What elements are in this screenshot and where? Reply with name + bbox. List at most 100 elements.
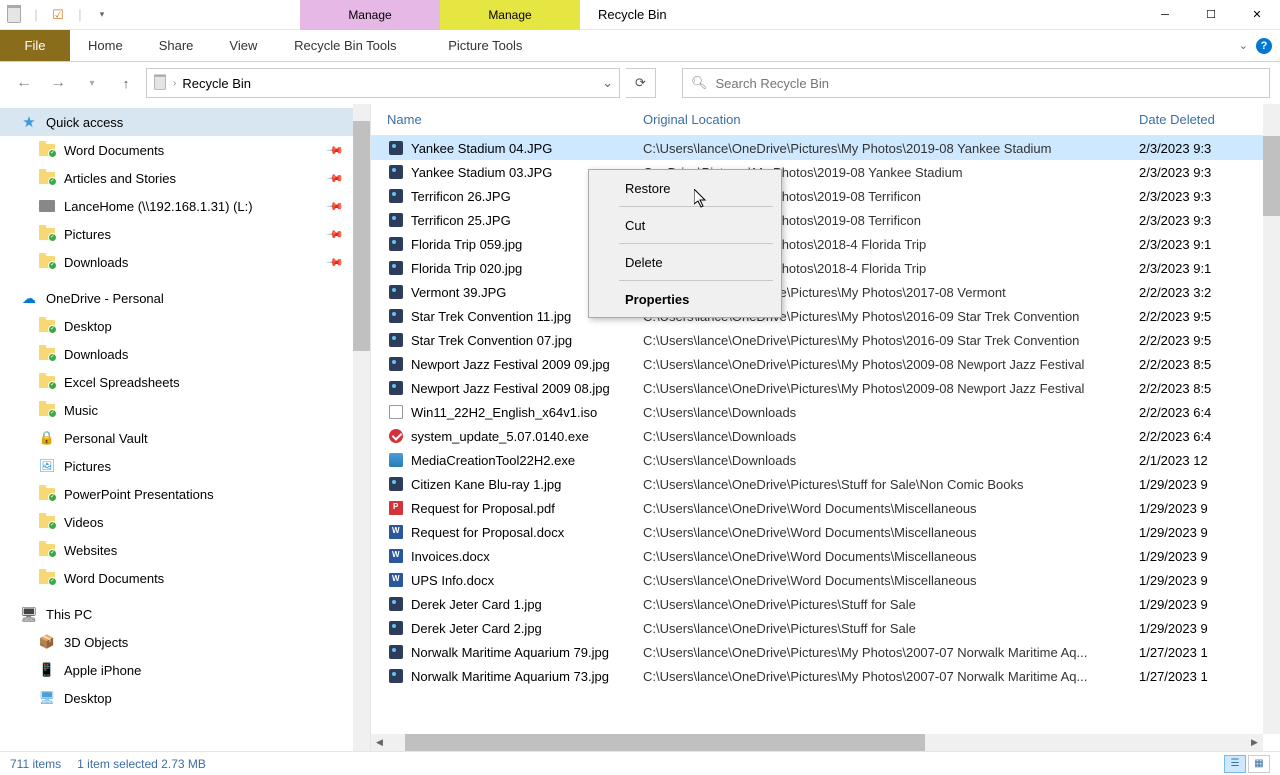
sidebar-item-od[interactable]: PowerPoint Presentations <box>0 480 370 508</box>
sidebar-item-pc[interactable]: 🖥Desktop <box>0 684 370 712</box>
ribbon-collapse-icon[interactable]: ⌄ <box>1239 39 1248 52</box>
file-row[interactable]: Derek Jeter Card 1.jpgC:\Users\lance\One… <box>371 592 1280 616</box>
file-row[interactable]: Star Trek Convention 07.jpgC:\Users\lanc… <box>371 328 1280 352</box>
vault-icon: 🔒 <box>38 429 56 447</box>
scroll-right-icon[interactable]: ▶ <box>1246 734 1263 751</box>
file-date-deleted: 2/3/2023 9:3 <box>1139 141 1280 156</box>
file-row[interactable]: system_update_5.07.0140.exeC:\Users\lanc… <box>371 424 1280 448</box>
qat-dropdown-icon[interactable]: ▾ <box>92 5 112 25</box>
history-dropdown-icon[interactable]: ▾ <box>78 69 106 97</box>
sidebar-item-od[interactable]: Excel Spreadsheets <box>0 368 370 396</box>
sidebar-item-qa[interactable]: Word Documents📌 <box>0 136 370 164</box>
sidebar-item-od[interactable]: Downloads <box>0 340 370 368</box>
view-tab[interactable]: View <box>211 30 275 61</box>
file-tab[interactable]: File <box>0 30 70 61</box>
file-date-deleted: 2/2/2023 8:5 <box>1139 357 1280 372</box>
context-delete[interactable]: Delete <box>589 246 781 278</box>
file-date-deleted: 1/29/2023 9 <box>1139 501 1280 516</box>
sidebar-item-od[interactable]: Websites <box>0 536 370 564</box>
properties-qat-icon[interactable]: ☑ <box>48 5 68 25</box>
file-row[interactable]: Request for Proposal.pdfC:\Users\lance\O… <box>371 496 1280 520</box>
contextual-tab-manage-1[interactable]: Manage <box>300 0 440 30</box>
ribbon-tabs: File Home Share View Recycle Bin Tools P… <box>0 30 1280 62</box>
minimize-button[interactable]: ─ <box>1142 0 1188 30</box>
file-row[interactable]: Newport Jazz Festival 2009 09.jpgC:\User… <box>371 352 1280 376</box>
file-row[interactable]: Norwalk Maritime Aquarium 73.jpgC:\Users… <box>371 664 1280 688</box>
up-button[interactable]: ↑ <box>112 69 140 97</box>
sidebar-item-qa[interactable]: Downloads📌 <box>0 248 370 276</box>
sidebar-item-od[interactable]: Word Documents <box>0 564 370 592</box>
sidebar-this-pc[interactable]: 🖥This PC <box>0 600 370 628</box>
help-icon[interactable]: ? <box>1256 38 1272 54</box>
content-vertical-scrollbar[interactable] <box>1263 104 1280 734</box>
sidebar-onedrive[interactable]: ☁OneDrive - Personal <box>0 284 370 312</box>
file-row[interactable]: Derek Jeter Card 2.jpgC:\Users\lance\One… <box>371 616 1280 640</box>
exe-icon <box>387 427 405 445</box>
sidebar-item-od[interactable]: Videos <box>0 508 370 536</box>
file-row[interactable]: Terrificon 25.JPGOneDrive\Pictures\My Ph… <box>371 208 1280 232</box>
file-row[interactable]: Florida Trip 059.jpgOneDrive\Pictures\My… <box>371 232 1280 256</box>
file-row[interactable]: Florida Trip 020.jpgOneDrive\Pictures\My… <box>371 256 1280 280</box>
address-dropdown-icon[interactable]: ⌄ <box>602 75 613 91</box>
file-row[interactable]: Norwalk Maritime Aquarium 79.jpgC:\Users… <box>371 640 1280 664</box>
forward-button[interactable]: → <box>44 69 72 97</box>
maximize-button[interactable]: ☐ <box>1188 0 1234 30</box>
column-original-location[interactable]: Original Location <box>643 112 1139 127</box>
breadcrumb-separator-icon[interactable]: › <box>173 78 176 89</box>
sidebar-item-od[interactable]: Desktop <box>0 312 370 340</box>
file-date-deleted: 2/2/2023 3:2 <box>1139 285 1280 300</box>
this-pc-icon: 🖥 <box>20 605 38 623</box>
refresh-button[interactable]: ⟳ <box>626 68 656 98</box>
breadcrumb-recycle-bin[interactable]: Recycle Bin <box>182 76 251 91</box>
folder-icon <box>38 541 56 559</box>
sidebar-item-qa[interactable]: Pictures📌 <box>0 220 370 248</box>
iso-icon <box>387 403 405 421</box>
file-original-location: C:\Users\lance\OneDrive\Word Documents\M… <box>643 549 1139 564</box>
close-button[interactable]: ✕ <box>1234 0 1280 30</box>
file-row[interactable]: Star Trek Convention 11.jpgC:\Users\lanc… <box>371 304 1280 328</box>
sidebar-item-qa[interactable]: Articles and Stories📌 <box>0 164 370 192</box>
sidebar-item-pc[interactable]: 📱Apple iPhone <box>0 656 370 684</box>
column-name[interactable]: Name <box>387 112 643 127</box>
file-date-deleted: 1/27/2023 1 <box>1139 669 1280 684</box>
tree-item-label: Personal Vault <box>64 431 148 446</box>
file-row[interactable]: Citizen Kane Blu-ray 1.jpgC:\Users\lance… <box>371 472 1280 496</box>
scroll-left-icon[interactable]: ◀ <box>371 734 388 751</box>
address-bar[interactable]: › Recycle Bin ⌄ <box>146 68 620 98</box>
contextual-tab-manage-2[interactable]: Manage <box>440 0 580 30</box>
sidebar-item-pc[interactable]: 📦3D Objects <box>0 628 370 656</box>
context-properties[interactable]: Properties <box>589 283 781 315</box>
share-tab[interactable]: Share <box>141 30 212 61</box>
sidebar-scrollbar[interactable] <box>353 104 370 751</box>
file-row[interactable]: Invoices.docxC:\Users\lance\OneDrive\Wor… <box>371 544 1280 568</box>
sidebar-item-od[interactable]: 🖼Pictures <box>0 452 370 480</box>
file-row[interactable]: Vermont 39.JPGC:\Users\lance\OneDrive\Pi… <box>371 280 1280 304</box>
content-horizontal-scrollbar[interactable]: ◀ ▶ <box>371 734 1263 751</box>
qat-separator: | <box>26 5 46 25</box>
sidebar-quick-access[interactable]: ★Quick access <box>0 108 370 136</box>
context-cut[interactable]: Cut <box>589 209 781 241</box>
file-row[interactable]: Yankee Stadium 04.JPGC:\Users\lance\OneD… <box>371 136 1280 160</box>
sidebar-item-od[interactable]: 🔒 Personal Vault <box>0 424 370 452</box>
view-thumbnails-button[interactable]: ▦ <box>1248 755 1270 773</box>
search-box[interactable]: 🔍︎ <box>682 68 1270 98</box>
file-row[interactable]: Request for Proposal.docxC:\Users\lance\… <box>371 520 1280 544</box>
file-row[interactable]: Terrificon 26.JPGOneDrive\Pictures\My Ph… <box>371 184 1280 208</box>
sidebar-item-qa[interactable]: LanceHome (\\192.168.1.31) (L:)📌 <box>0 192 370 220</box>
recycle-bin-tools-tab[interactable]: Recycle Bin Tools <box>275 30 415 61</box>
sidebar-item-od[interactable]: Music <box>0 396 370 424</box>
file-row[interactable]: Newport Jazz Festival 2009 08.jpgC:\User… <box>371 376 1280 400</box>
file-name: Invoices.docx <box>411 549 643 564</box>
context-restore[interactable]: Restore <box>589 172 781 204</box>
back-button[interactable]: ← <box>10 69 38 97</box>
folder-icon <box>38 485 56 503</box>
file-row[interactable]: MediaCreationTool22H2.exeC:\Users\lance\… <box>371 448 1280 472</box>
file-row[interactable]: Win11_22H2_English_x64v1.isoC:\Users\lan… <box>371 400 1280 424</box>
home-tab[interactable]: Home <box>70 30 141 61</box>
search-input[interactable] <box>716 76 1261 91</box>
view-details-button[interactable]: ☰ <box>1224 755 1246 773</box>
picture-tools-tab[interactable]: Picture Tools <box>415 30 555 61</box>
column-date-deleted[interactable]: Date Deleted <box>1139 112 1280 127</box>
file-row[interactable]: Yankee Stadium 03.JPGOneDrive\Pictures\M… <box>371 160 1280 184</box>
file-row[interactable]: UPS Info.docxC:\Users\lance\OneDrive\Wor… <box>371 568 1280 592</box>
